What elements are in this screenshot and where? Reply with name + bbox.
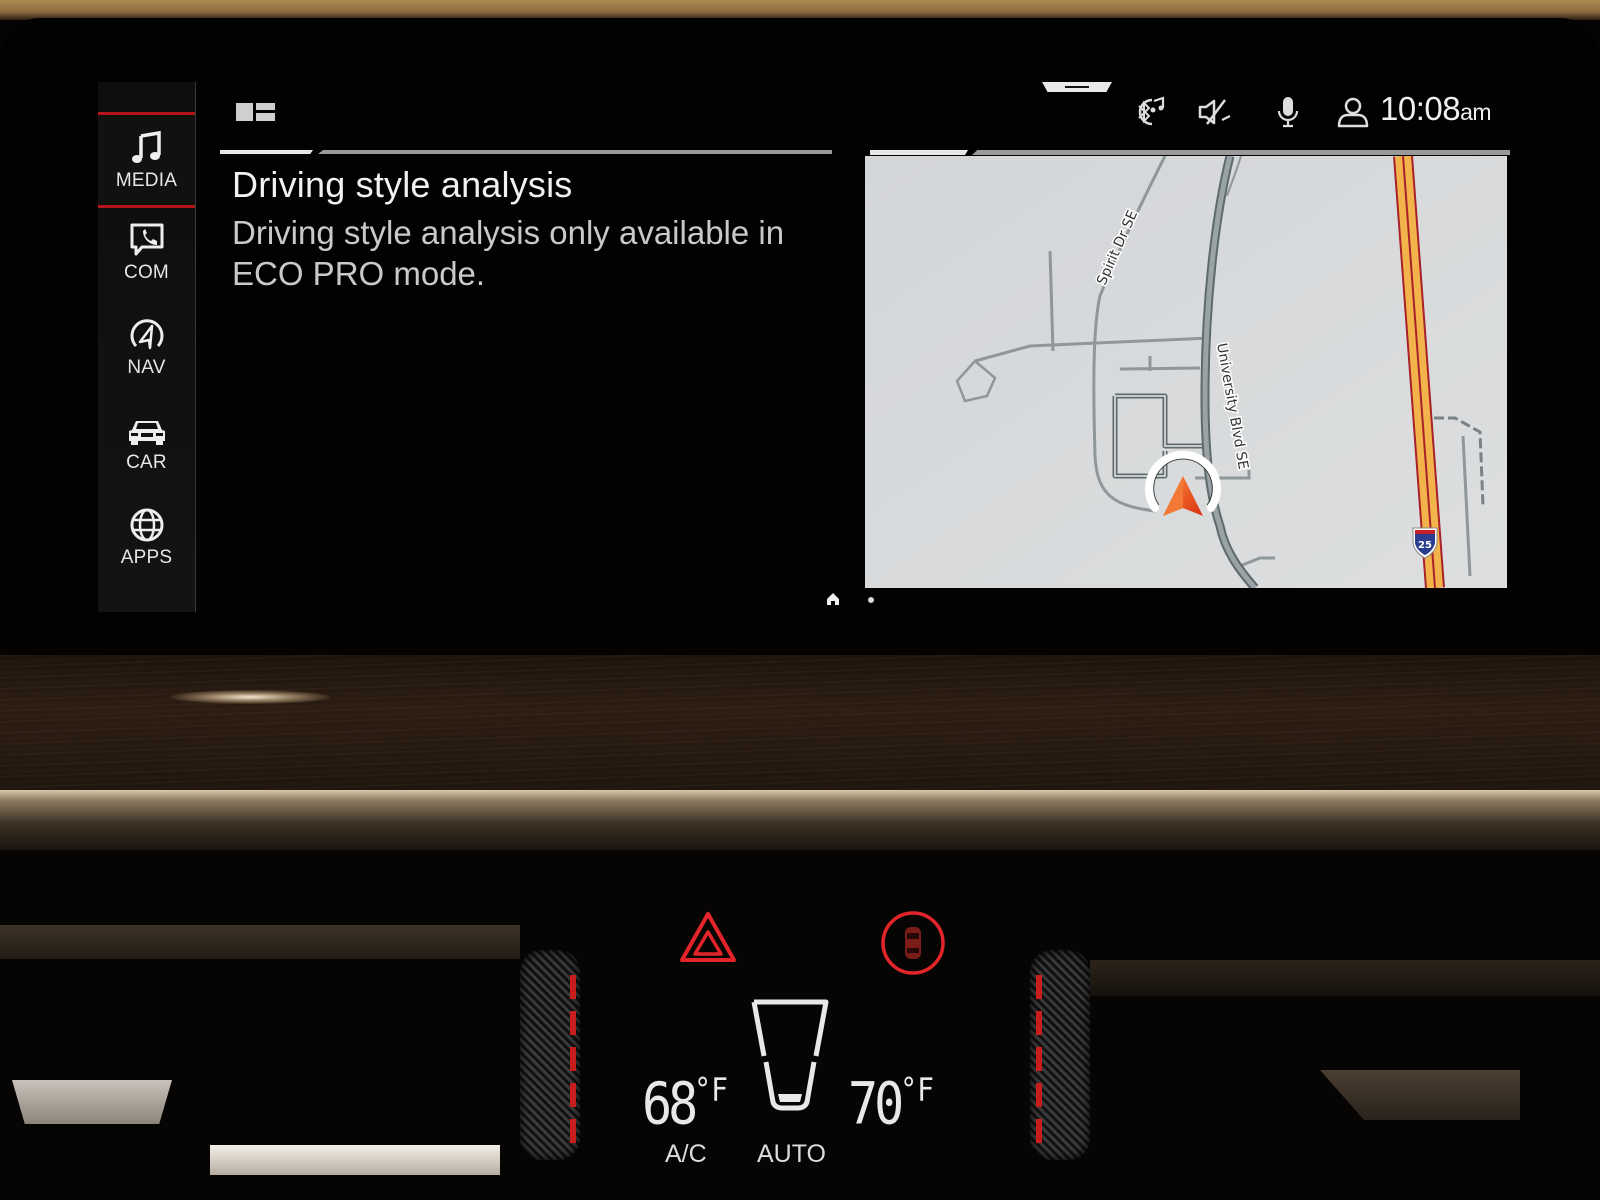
left-vent-lit-edge [210, 1145, 500, 1175]
central-lock-button[interactable] [878, 908, 948, 978]
panel-tab-active [220, 150, 313, 154]
driver-temp-value: 68 [642, 1070, 698, 1138]
chrome-trim-strip [0, 790, 1600, 850]
clock-ampm: am [1460, 99, 1492, 125]
temp-unit: °F [694, 1070, 728, 1109]
panel-message: Driving style analysis only available in… [232, 214, 785, 292]
panel-title: Driving style analysis [232, 164, 573, 205]
infotainment-display: MEDIA COM NAV CAR APPS 10:08am Driving s… [90, 70, 1530, 625]
main-menu-sidebar: MEDIA COM NAV CAR APPS [98, 82, 196, 612]
pull-down-handle[interactable] [1042, 82, 1112, 92]
left-vent-adjuster[interactable] [12, 1080, 172, 1124]
split-screen-layout-icon[interactable] [236, 102, 276, 122]
page-indicator [826, 592, 886, 608]
map-canvas[interactable]: Spirit Dr SE University Blvd SE 25 [865, 156, 1507, 588]
panel-tab-rail [318, 150, 832, 154]
passenger-temp-value: 70 [848, 1070, 904, 1138]
sound-muted-icon[interactable] [1197, 94, 1233, 130]
car-lock-icon [881, 911, 945, 975]
sidebar-label: COM [124, 262, 169, 283]
user-profile-icon[interactable] [1335, 94, 1371, 130]
sidebar-item-car[interactable]: CAR [98, 397, 195, 487]
auto-label[interactable]: AUTO [757, 1140, 826, 1169]
map-tab-rail [972, 150, 1510, 155]
sidebar-label: CAR [126, 452, 167, 473]
right-vent-slat [1090, 960, 1600, 996]
sidebar-label: NAV [127, 357, 166, 378]
climate-control-panel: 68°F 70°F A/C AUTO [620, 880, 980, 1180]
map-widget[interactable]: Spirit Dr SE University Blvd SE 25 [865, 150, 1510, 590]
sidebar-item-nav[interactable]: NAV [98, 302, 195, 392]
dashboard-top-trim [0, 0, 1600, 20]
navigation-icon [127, 315, 167, 355]
ac-label[interactable]: A/C [665, 1140, 707, 1169]
sidebar-label: MEDIA [115, 170, 178, 191]
status-bar: 10:08am [90, 70, 1530, 150]
phone-message-icon [127, 220, 167, 260]
hazard-triangle-icon [680, 912, 736, 962]
left-vent-indicator [570, 975, 576, 1145]
right-vent-indicator [1036, 975, 1042, 1145]
driving-style-panel[interactable]: Driving style analysis Driving style ana… [220, 150, 850, 610]
sidebar-item-com[interactable]: COM [98, 207, 195, 297]
clock: 10:08am [1380, 90, 1492, 128]
bluetooth-audio-icon[interactable] [1130, 94, 1166, 130]
passenger-temperature[interactable]: 70°F [848, 1071, 934, 1138]
sidebar-label: APPS [120, 547, 173, 568]
panel-tab-indicator [220, 150, 832, 154]
map-tab-indicator [870, 150, 1510, 155]
home-icon[interactable] [826, 592, 840, 606]
driver-temperature[interactable]: 68°F [642, 1071, 728, 1138]
light-reflection [170, 690, 330, 704]
fan-speed-auto-icon[interactable] [750, 998, 830, 1118]
page-dot[interactable] [868, 597, 874, 603]
temp-unit: °F [900, 1070, 934, 1109]
clock-time: 10:08 [1380, 90, 1461, 127]
map-tab-active [870, 150, 968, 155]
car-icon [127, 410, 167, 450]
svg-text:25: 25 [1418, 540, 1432, 551]
left-vent-slat [0, 925, 520, 959]
hazard-warning-button[interactable] [678, 910, 738, 966]
sidebar-item-apps[interactable]: APPS [98, 492, 195, 582]
microphone-icon[interactable] [1270, 94, 1306, 130]
wood-trim [0, 655, 1600, 790]
globe-icon [127, 505, 167, 545]
